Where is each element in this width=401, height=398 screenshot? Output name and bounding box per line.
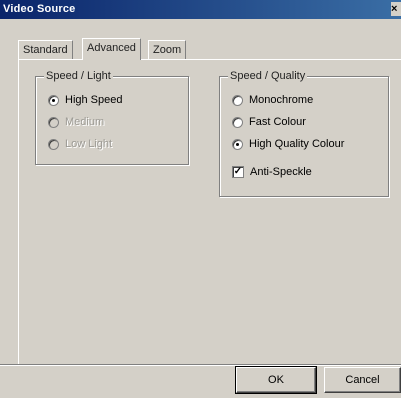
speed-quality-group-label: Speed / Quality — [228, 70, 308, 82]
radio-high-quality-colour[interactable]: High Quality Colour — [232, 136, 344, 152]
radio-high-speed-label: High Speed — [65, 94, 123, 106]
tab-advanced[interactable]: Advanced — [82, 38, 141, 60]
cancel-button[interactable]: Cancel — [324, 367, 401, 393]
radio-monochrome[interactable]: Monochrome — [232, 92, 313, 108]
close-icon[interactable]: × — [391, 2, 401, 16]
title-bar: Video Source × — [0, 0, 401, 19]
radio-low-light-label: Low Light — [65, 138, 113, 150]
ok-button[interactable]: OK — [235, 366, 317, 394]
radio-fast-colour-label: Fast Colour — [249, 116, 306, 128]
radio-icon — [232, 138, 243, 150]
tab-zoom[interactable]: Zoom — [148, 40, 187, 59]
tab-standard[interactable]: Standard — [18, 40, 73, 59]
radio-low-light: Low Light — [48, 136, 112, 152]
checkbox-anti-speckle-label: Anti-Speckle — [250, 166, 312, 178]
window-title: Video Source — [3, 3, 76, 15]
speed-light-group: Speed / Light High Speed Medium Low Ligh… — [35, 70, 189, 165]
radio-monochrome-label: Monochrome — [249, 94, 314, 106]
radio-high-quality-colour-label: High Quality Colour — [249, 138, 345, 150]
advanced-tab-panel: Speed / Light High Speed Medium Low Ligh… — [18, 59, 401, 364]
radio-fast-colour[interactable]: Fast Colour — [232, 114, 306, 130]
radio-high-speed[interactable]: High Speed — [48, 92, 123, 108]
radio-icon — [232, 94, 243, 106]
radio-icon — [232, 116, 243, 128]
radio-medium-label: Medium — [65, 116, 105, 128]
radio-medium: Medium — [48, 114, 104, 130]
radio-icon — [48, 94, 59, 106]
footer-divider — [0, 364, 401, 366]
checkbox-icon: ✓ — [232, 166, 244, 178]
speed-light-group-label: Speed / Light — [44, 70, 113, 82]
radio-icon — [48, 138, 59, 150]
checkbox-anti-speckle[interactable]: ✓ Anti-Speckle — [232, 164, 312, 180]
speed-quality-group: Speed / Quality Monochrome Fast Colour H… — [219, 70, 389, 197]
radio-icon — [48, 116, 59, 128]
